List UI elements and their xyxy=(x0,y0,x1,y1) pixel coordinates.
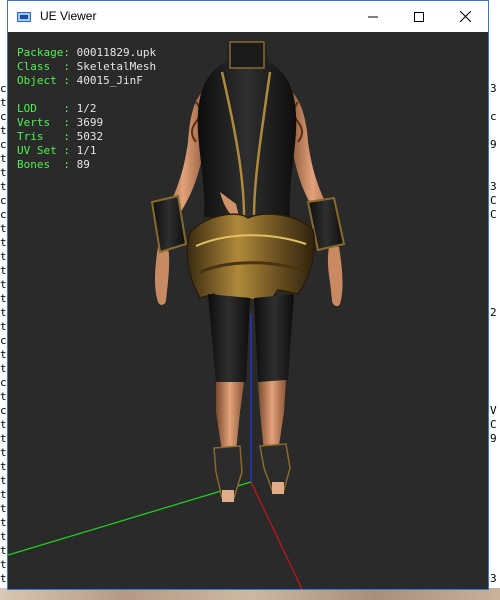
3d-viewport[interactable]: Package: 00011829.upk Class : SkeletalMe… xyxy=(8,32,488,589)
background-text-char: t xyxy=(0,432,7,445)
hud-package-value: 00011829.upk xyxy=(76,46,157,59)
background-text-char: t xyxy=(0,320,7,333)
background-text-char: c xyxy=(0,194,7,207)
background-text-char: 2 xyxy=(490,306,497,319)
background-text-char: t xyxy=(0,292,7,305)
background-text-char: c xyxy=(0,334,7,347)
axis-x-line xyxy=(250,481,303,589)
minimize-icon xyxy=(368,16,378,17)
ue-viewer-window: UE Viewer Package: 00011829.upk Class: … xyxy=(7,0,489,590)
background-text-char: t xyxy=(0,222,7,235)
window-title: UE Viewer xyxy=(40,9,97,23)
background-text-char: t xyxy=(0,460,7,473)
background-text-char: c xyxy=(0,404,7,417)
hud-lod-line: LOD : 1/2 xyxy=(17,102,96,116)
background-text-char: C xyxy=(490,418,497,431)
maximize-button[interactable] xyxy=(396,1,442,32)
hud-bones-line: Bones : 89 xyxy=(17,158,90,172)
background-text-char: t xyxy=(0,530,7,543)
hud-bones-key: Bones : xyxy=(17,158,70,171)
hud-verts-value: 3699 xyxy=(76,116,104,129)
character-mesh xyxy=(150,41,346,502)
background-text-char: t xyxy=(0,488,7,501)
background-text-char: t xyxy=(0,390,7,403)
background-text-char: t xyxy=(0,306,7,319)
close-button[interactable] xyxy=(442,1,488,32)
background-text-char: t xyxy=(0,572,7,585)
background-text-char: t xyxy=(0,236,7,249)
hud-class-line: Class : SkeletalMesh xyxy=(17,60,156,74)
background-text-char: t xyxy=(0,558,7,571)
hud-lod-key: LOD : xyxy=(17,102,70,115)
background-text-char: t xyxy=(0,152,7,165)
hud-lod-value: 1/2 xyxy=(76,102,97,115)
hud-uvset-key: UV Set : xyxy=(17,144,70,157)
background-text-char: t xyxy=(0,278,7,291)
hud-verts-line: Verts : 3699 xyxy=(17,116,103,130)
background-text-char: c xyxy=(0,376,7,389)
app-icon xyxy=(17,9,31,23)
background-text-char: 3 xyxy=(490,180,497,193)
hud-tris-key: Tris : xyxy=(17,130,70,143)
hud-package-key: Package: xyxy=(17,46,70,59)
background-text-char: c xyxy=(0,208,7,221)
background-text-char: t xyxy=(0,348,7,361)
background-text-char: t xyxy=(0,418,7,431)
background-text-char: 9 xyxy=(490,138,497,151)
hud-object-line: Object : 40015_JinF xyxy=(17,74,143,88)
background-text-char: t xyxy=(0,264,7,277)
background-text-char: C xyxy=(490,208,497,221)
hud-package-line: Package: 00011829.upk xyxy=(17,46,156,60)
maximize-icon xyxy=(414,11,424,22)
hud-uvset-value: 1/1 xyxy=(76,144,97,157)
background-text-char: c xyxy=(0,82,7,95)
background-text-char: t xyxy=(0,124,7,137)
hud-class-value: SkeletalMesh xyxy=(76,60,157,73)
desktop-background-right: 3c93CC2VC93KC xyxy=(488,0,500,600)
hud-tris-line: Tris : 5032 xyxy=(17,130,103,144)
minimize-button[interactable] xyxy=(350,1,396,32)
background-text-char: t xyxy=(0,516,7,529)
hud-class-key: Class : xyxy=(17,60,70,73)
background-text-char: t xyxy=(0,180,7,193)
background-text-char: c xyxy=(0,110,7,123)
background-text-char: 9 xyxy=(490,432,497,445)
background-text-char: t xyxy=(0,250,7,263)
background-text-char: c xyxy=(0,138,7,151)
title-bar[interactable]: UE Viewer xyxy=(8,1,488,32)
background-text-char: 3 xyxy=(490,82,497,95)
background-text-char: t xyxy=(0,362,7,375)
close-icon xyxy=(459,11,471,22)
hud-bones-value: 89 xyxy=(76,158,90,171)
background-text-char: t xyxy=(0,544,7,557)
axis-y-line xyxy=(8,481,252,556)
background-text-char: t xyxy=(0,502,7,515)
background-text-char: t xyxy=(0,96,7,109)
background-text-char: C xyxy=(490,194,497,207)
background-text-char: c xyxy=(490,110,497,123)
hud-uvset-line: UV Set : 1/1 xyxy=(17,144,96,158)
background-text-char: V xyxy=(490,404,497,417)
background-text-char: t xyxy=(0,446,7,459)
hud-verts-key: Verts : xyxy=(17,116,70,129)
hud-object-key: Object : xyxy=(17,74,70,87)
background-text-char: t xyxy=(0,474,7,487)
hud-object-value: 40015_JinF xyxy=(76,74,143,87)
background-text-char: 3 xyxy=(490,572,497,585)
background-text-char: t xyxy=(0,166,7,179)
hud-tris-value: 5032 xyxy=(76,130,104,143)
